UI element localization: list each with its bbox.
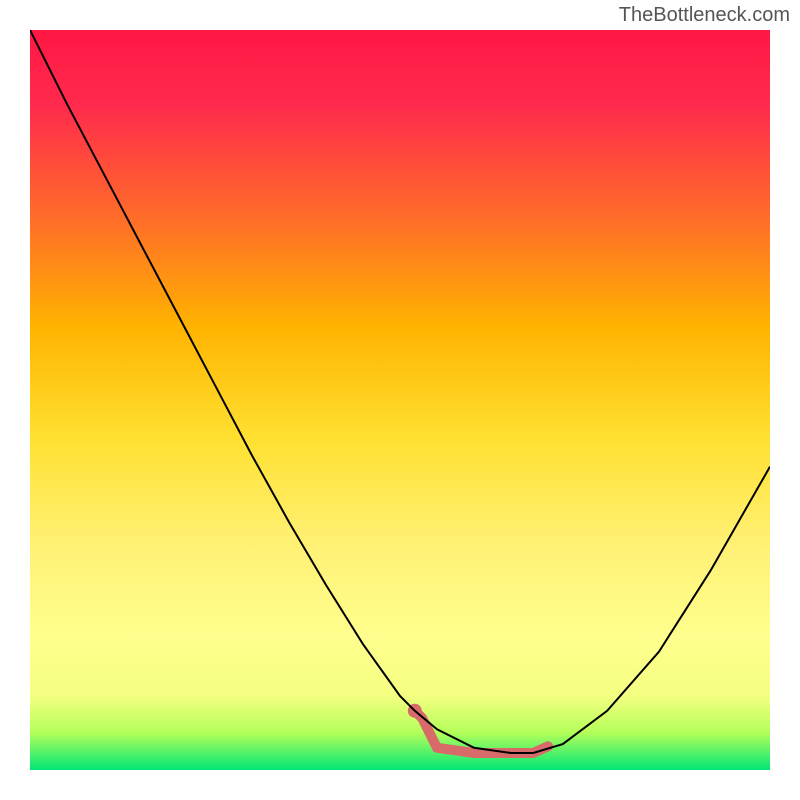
chart-svg	[30, 30, 770, 770]
gradient-background	[30, 30, 770, 770]
chart-container: TheBottleneck.com	[0, 0, 800, 800]
chart-area	[30, 30, 770, 770]
watermark-text: TheBottleneck.com	[619, 4, 790, 27]
